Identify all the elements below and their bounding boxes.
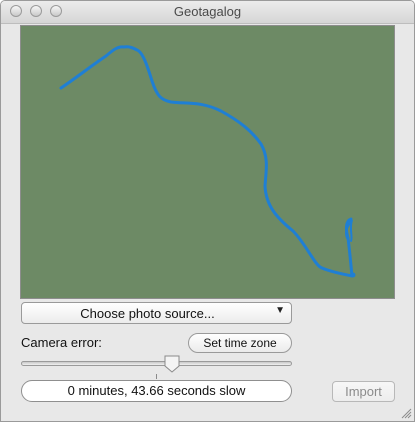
slider-center-tick	[156, 374, 157, 379]
time-offset-field: 0 minutes, 43.66 seconds slow	[21, 380, 292, 402]
track-line	[59, 45, 354, 278]
photo-source-popup[interactable]: Choose photo source... ▼	[21, 302, 292, 324]
gps-track	[59, 45, 356, 278]
chevron-updown-icon: ▼	[275, 305, 285, 316]
camera-error-label: Camera error:	[21, 335, 102, 350]
photo-source-label: Choose photo source...	[80, 306, 215, 321]
map-view[interactable]	[20, 25, 395, 299]
slider-thumb[interactable]	[164, 355, 180, 373]
import-button[interactable]: Import	[332, 381, 395, 402]
set-time-zone-button[interactable]: Set time zone	[188, 333, 292, 353]
title-bar[interactable]: Geotagalog	[1, 1, 414, 24]
resize-grip-icon[interactable]	[400, 407, 412, 419]
window-title: Geotagalog	[173, 4, 242, 19]
track-endpoint	[350, 272, 356, 278]
geotagalog-window: Geotagalog Choose photo source... ▼ Came…	[0, 0, 415, 422]
camera-error-slider[interactable]	[21, 361, 292, 366]
